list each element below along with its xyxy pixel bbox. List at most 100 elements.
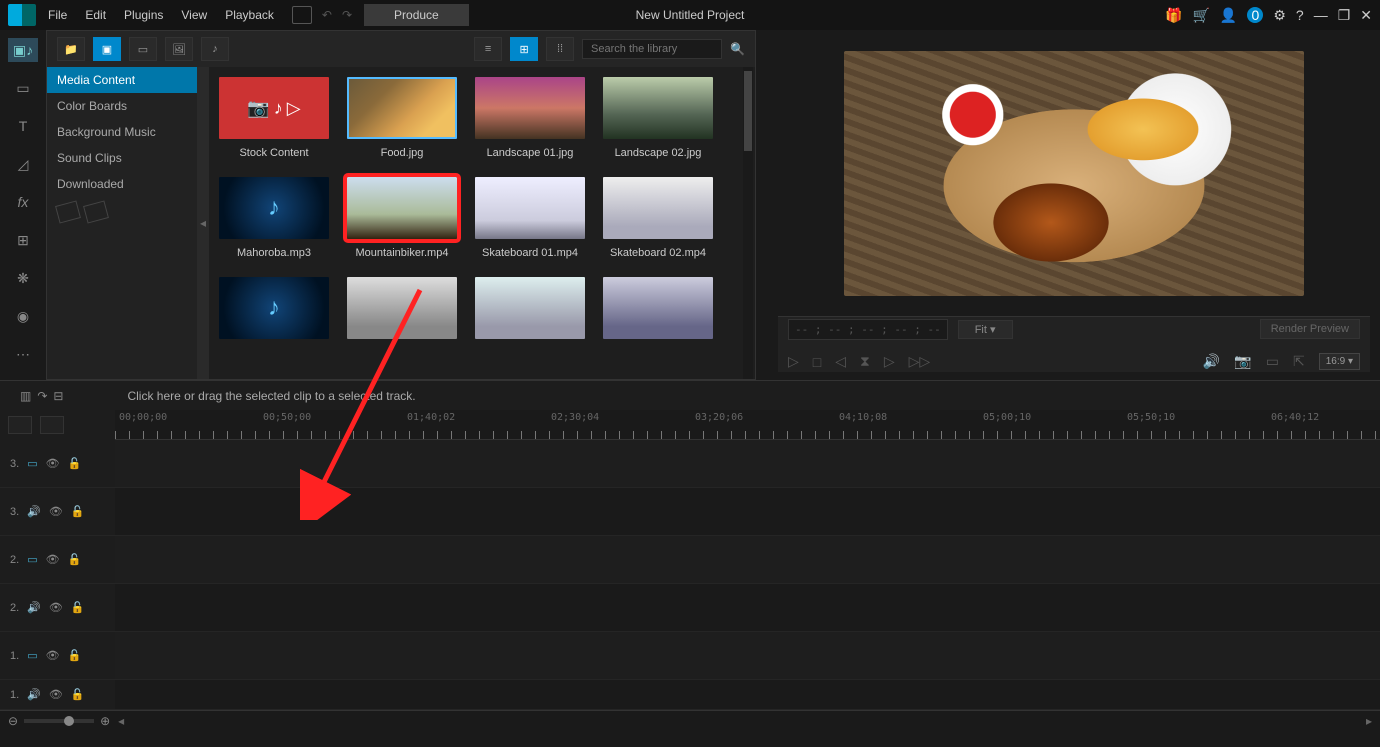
- tag-icon[interactable]: [55, 200, 81, 223]
- stop-icon[interactable]: □: [813, 354, 821, 370]
- item-landscape1[interactable]: Landscape 01.jpg: [475, 77, 585, 159]
- item-landscape2[interactable]: Landscape 02.jpg: [603, 77, 713, 159]
- item-skateboard1[interactable]: Skateboard 01.mp4: [475, 177, 585, 259]
- account-icon[interactable]: 👤: [1220, 7, 1237, 24]
- cart-icon[interactable]: 🛒: [1192, 7, 1209, 24]
- tool-audio[interactable]: ◉: [8, 304, 38, 328]
- fit-dropdown[interactable]: Fit ▾: [958, 320, 1013, 339]
- aspect-dropdown[interactable]: 16:9 ▾: [1319, 353, 1360, 370]
- eye-icon[interactable]: 👁: [46, 553, 60, 566]
- scroll-left-icon[interactable]: ◂: [118, 714, 124, 728]
- item-sk3[interactable]: [475, 277, 585, 359]
- tool-transition[interactable]: ◿: [8, 152, 38, 176]
- th-split-icon[interactable]: ⊟: [53, 389, 63, 403]
- video-track-icon: ▭: [27, 553, 37, 566]
- volume-icon[interactable]: 🔊: [1203, 353, 1220, 370]
- scroll-right-icon[interactable]: ▸: [1366, 714, 1372, 728]
- eye-icon[interactable]: 👁: [46, 649, 60, 662]
- render-preview-button[interactable]: Render Preview: [1260, 319, 1360, 339]
- track-v2[interactable]: [115, 536, 1380, 583]
- gift-icon[interactable]: 🎁: [1165, 7, 1182, 24]
- eye-icon[interactable]: 👁: [49, 505, 63, 518]
- tool-particle[interactable]: ❋: [8, 266, 38, 290]
- next-frame-icon[interactable]: ▷: [884, 353, 895, 370]
- settings-icon[interactable]: ⚙: [1273, 7, 1286, 24]
- cat-downloaded[interactable]: Downloaded: [47, 171, 197, 197]
- tool-title[interactable]: T: [8, 114, 38, 138]
- item-mahoroba[interactable]: ♪ Mahoroba.mp3: [219, 177, 329, 259]
- play-icon[interactable]: ▷: [788, 353, 799, 370]
- import-icon[interactable]: 📁: [57, 37, 85, 61]
- th-arrow-icon[interactable]: ↷: [37, 389, 47, 403]
- toolbar-btn-1[interactable]: [292, 6, 312, 24]
- item-mountainbiker[interactable]: Mountainbiker.mp4: [347, 177, 457, 259]
- grid-view-icon[interactable]: ⊞: [510, 37, 538, 61]
- cat-sound-clips[interactable]: Sound Clips: [47, 145, 197, 171]
- track-v1[interactable]: [115, 632, 1380, 679]
- item-bus[interactable]: [603, 277, 713, 359]
- track-a2[interactable]: [115, 584, 1380, 631]
- lock-icon[interactable]: 🔓: [71, 688, 85, 701]
- zoom-slider[interactable]: [24, 719, 94, 723]
- cat-bg-music[interactable]: Background Music: [47, 119, 197, 145]
- lock-icon[interactable]: 🔓: [68, 457, 82, 470]
- menu-edit[interactable]: Edit: [85, 8, 106, 22]
- prev-frame-icon[interactable]: ◁: [835, 353, 846, 370]
- marker-icon[interactable]: ⧗: [860, 353, 870, 370]
- close-icon[interactable]: ✕: [1360, 7, 1372, 24]
- menu-view[interactable]: View: [181, 8, 207, 22]
- preview-image: [844, 51, 1304, 296]
- zoom-in-icon[interactable]: ⊕: [100, 714, 110, 728]
- cat-media-content[interactable]: Media Content: [47, 67, 197, 93]
- collapse-sidebar[interactable]: ◂: [197, 67, 209, 379]
- ruler-btn-1[interactable]: [8, 416, 32, 434]
- search-icon[interactable]: 🔍: [730, 42, 745, 56]
- item-skateboard2[interactable]: Skateboard 02.mp4: [603, 177, 713, 259]
- tool-more[interactable]: ⋯: [8, 342, 38, 366]
- menu-playback[interactable]: Playback: [225, 8, 274, 22]
- video-track-icon: ▭: [27, 649, 37, 662]
- zoom-out-icon[interactable]: ⊖: [8, 714, 18, 728]
- dual-icon[interactable]: ▭: [1266, 353, 1279, 370]
- produce-button[interactable]: Produce: [364, 4, 469, 26]
- menu-file[interactable]: File: [48, 8, 67, 22]
- view-board-icon[interactable]: ▭: [129, 37, 157, 61]
- view-media-icon[interactable]: ▣: [93, 37, 121, 61]
- preview-viewport: [778, 38, 1370, 308]
- cat-color-boards[interactable]: Color Boards: [47, 93, 197, 119]
- project-title: New Untitled Project: [636, 8, 745, 22]
- tool-media[interactable]: ▣♪: [8, 38, 38, 62]
- lock-icon[interactable]: 🔓: [71, 505, 85, 518]
- track-a1[interactable]: [115, 680, 1380, 709]
- item-food[interactable]: Food.jpg: [347, 77, 457, 159]
- snapshot-icon[interactable]: 📷: [1234, 353, 1251, 370]
- ruler-btn-2[interactable]: [40, 416, 64, 434]
- popout-icon[interactable]: ⇱: [1293, 353, 1305, 370]
- fast-fwd-icon[interactable]: ▷▷: [909, 353, 931, 370]
- tag-add-icon[interactable]: [83, 200, 109, 223]
- grid-scrollbar[interactable]: [743, 67, 753, 379]
- eye-icon[interactable]: 👁: [46, 457, 60, 470]
- eye-icon[interactable]: 👁: [49, 601, 63, 614]
- minimize-icon[interactable]: —: [1314, 7, 1328, 23]
- tool-overlay[interactable]: ⊞: [8, 228, 38, 252]
- lock-icon[interactable]: 🔓: [71, 601, 85, 614]
- item-stock[interactable]: 📷♪▷ Stock Content: [219, 77, 329, 159]
- th-clip-icon[interactable]: ▥: [20, 389, 31, 403]
- eye-icon[interactable]: 👁: [49, 688, 63, 701]
- notification-icon[interactable]: 0: [1247, 7, 1263, 23]
- menu-plugins[interactable]: Plugins: [124, 8, 163, 22]
- redo-icon[interactable]: ↷: [342, 8, 352, 22]
- view-music-icon[interactable]: ♪: [201, 37, 229, 61]
- maximize-icon[interactable]: ❐: [1338, 7, 1351, 24]
- view-image-icon[interactable]: 🖼: [165, 37, 193, 61]
- lock-icon[interactable]: 🔓: [68, 649, 82, 662]
- undo-icon[interactable]: ↶: [322, 8, 332, 22]
- tool-fx[interactable]: fx: [8, 190, 38, 214]
- help-icon[interactable]: ?: [1296, 7, 1304, 23]
- list-view-icon[interactable]: ≡: [474, 37, 502, 61]
- lock-icon[interactable]: 🔓: [68, 553, 82, 566]
- grid-small-icon[interactable]: ⁞⁞: [546, 37, 574, 61]
- search-input[interactable]: [582, 39, 722, 59]
- tool-pip[interactable]: ▭: [8, 76, 38, 100]
